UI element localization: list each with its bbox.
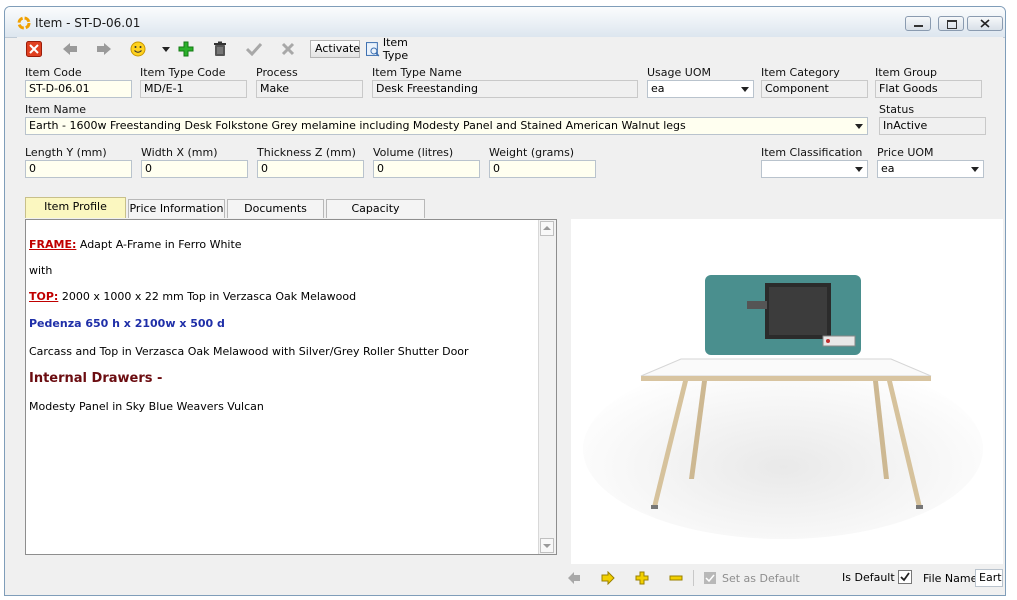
- vertical-scrollbar[interactable]: [538, 220, 556, 554]
- item-group-field[interactable]: Flat Goods: [875, 80, 982, 98]
- smiley-icon[interactable]: [129, 40, 147, 58]
- usage-uom-label: Usage UOM: [647, 66, 711, 79]
- pedenza-line: Pedenza 650 h x 2100w x 500 d: [29, 317, 225, 330]
- forward-arrow-icon[interactable]: [95, 40, 113, 58]
- tab-price-information[interactable]: Price Information: [128, 199, 225, 218]
- back-arrow-icon[interactable]: [61, 40, 79, 58]
- top-text: 2000 x 1000 x 22 mm Top in Verzasca Oak …: [58, 290, 357, 303]
- file-name-label: File Name: [923, 572, 978, 585]
- item-category-label: Item Category: [761, 66, 840, 79]
- item-name-value: Earth - 1600w Freestanding Desk Folkston…: [29, 119, 686, 132]
- item-profile-editor[interactable]: FRAME: Adapt A-Frame in Ferro White with…: [25, 219, 557, 555]
- item-code-label: Item Code: [25, 66, 82, 79]
- length-label: Length Y (mm): [25, 146, 107, 159]
- frame-text: Adapt A-Frame in Ferro White: [76, 238, 242, 251]
- add-image-icon[interactable]: [635, 571, 649, 585]
- thickness-label: Thickness Z (mm): [257, 146, 356, 159]
- thickness-input[interactable]: 0: [257, 160, 364, 178]
- status-field[interactable]: InActive: [879, 117, 986, 135]
- status-label: Status: [879, 103, 915, 116]
- activate-button[interactable]: Activate: [310, 40, 360, 58]
- item-name-label: Item Name: [25, 103, 86, 116]
- toolbar-divider: [693, 570, 694, 586]
- item-group-label: Item Group: [875, 66, 938, 79]
- length-input[interactable]: 0: [25, 160, 132, 178]
- frame-label: FRAME:: [29, 238, 77, 251]
- chevron-down-icon: [741, 87, 749, 92]
- item-image-panel[interactable]: [571, 219, 1003, 564]
- tab-item-profile[interactable]: Item Profile: [25, 197, 126, 218]
- weight-input[interactable]: 0: [489, 160, 596, 178]
- window-title: Item - ST-D-06.01: [35, 16, 141, 30]
- volume-input[interactable]: 0: [373, 160, 480, 178]
- toolbar: Activate Item Type: [17, 36, 1003, 62]
- minimize-button[interactable]: [905, 16, 931, 31]
- item-type-button[interactable]: Item Type: [366, 36, 436, 62]
- item-type-code-label: Item Type Code: [140, 66, 226, 79]
- price-uom-select[interactable]: ea: [877, 160, 984, 178]
- is-default-label: Is Default: [842, 571, 895, 584]
- chevron-down-icon: [971, 167, 979, 172]
- usage-uom-value: ea: [651, 82, 665, 95]
- weight-label: Weight (grams): [489, 146, 575, 159]
- scroll-up-button[interactable]: [540, 221, 554, 236]
- item-form: Item Code ST-D-06.01 Item Type Code MD/E…: [17, 62, 1003, 587]
- item-category-field[interactable]: Component: [761, 80, 868, 98]
- top-label: TOP:: [29, 290, 59, 303]
- item-type-code-field[interactable]: MD/E-1: [140, 80, 247, 98]
- chevron-down-icon: [855, 124, 863, 129]
- title-bar[interactable]: Item - ST-D-06.01: [5, 7, 1005, 38]
- set-as-default-button[interactable]: Set as Default: [722, 572, 800, 585]
- item-type-icon: [366, 41, 380, 56]
- add-icon[interactable]: [177, 40, 195, 58]
- item-type-name-label: Item Type Name: [372, 66, 462, 79]
- scroll-down-button[interactable]: [540, 538, 554, 553]
- tab-capacity-planning[interactable]: Capacity Planning: [326, 199, 425, 233]
- tab-documents[interactable]: Documents: [227, 199, 324, 218]
- maximize-button[interactable]: [938, 16, 964, 31]
- item-type-name-field[interactable]: Desk Freestanding: [372, 80, 638, 98]
- process-label: Process: [256, 66, 298, 79]
- delete-icon[interactable]: [211, 40, 229, 58]
- usage-uom-select[interactable]: ea: [647, 80, 754, 98]
- price-uom-label: Price UOM: [877, 146, 934, 159]
- dropdown-arrow-icon[interactable]: [161, 40, 171, 58]
- close-record-icon[interactable]: [25, 40, 43, 58]
- next-image-icon[interactable]: [601, 571, 615, 585]
- previous-image-icon[interactable]: [567, 571, 581, 585]
- modesty-line: Modesty Panel in Sky Blue Weavers Vulcan: [29, 400, 264, 413]
- item-classification-label: Item Classification: [761, 146, 863, 159]
- set-default-icon: [704, 572, 716, 584]
- close-window-button[interactable]: [967, 16, 1003, 31]
- check-icon[interactable]: [245, 40, 263, 58]
- width-label: Width X (mm): [141, 146, 218, 159]
- process-field[interactable]: Make: [256, 80, 363, 98]
- is-default-checkbox[interactable]: [898, 570, 912, 584]
- carcass-line: Carcass and Top in Verzasca Oak Melawood…: [29, 345, 469, 358]
- volume-label: Volume (litres): [373, 146, 454, 159]
- item-window: Item - ST-D-06.01 Activate Item Type Ite…: [4, 6, 1006, 596]
- drawers-line: Internal Drawers -: [29, 371, 163, 386]
- item-code-input[interactable]: ST-D-06.01: [25, 80, 132, 98]
- item-type-label: Item Type: [382, 36, 409, 62]
- file-name-field[interactable]: Earth: [975, 569, 1003, 587]
- desk-image: [571, 219, 1003, 564]
- item-classification-select[interactable]: [761, 160, 868, 178]
- frame-line: FRAME: Adapt A-Frame in Ferro White: [29, 238, 242, 251]
- with-line: with: [29, 264, 53, 277]
- item-name-combo[interactable]: Earth - 1600w Freestanding Desk Folkston…: [25, 117, 868, 135]
- cancel-icon[interactable]: [279, 40, 297, 58]
- price-uom-value: ea: [881, 162, 895, 175]
- image-toolbar: Set as Default Is Default File Name Eart…: [565, 567, 1005, 589]
- app-icon: [17, 16, 31, 30]
- width-input[interactable]: 0: [141, 160, 248, 178]
- remove-image-icon[interactable]: [669, 571, 683, 585]
- top-line: TOP: 2000 x 1000 x 22 mm Top in Verzasca…: [29, 290, 356, 303]
- chevron-down-icon: [855, 167, 863, 172]
